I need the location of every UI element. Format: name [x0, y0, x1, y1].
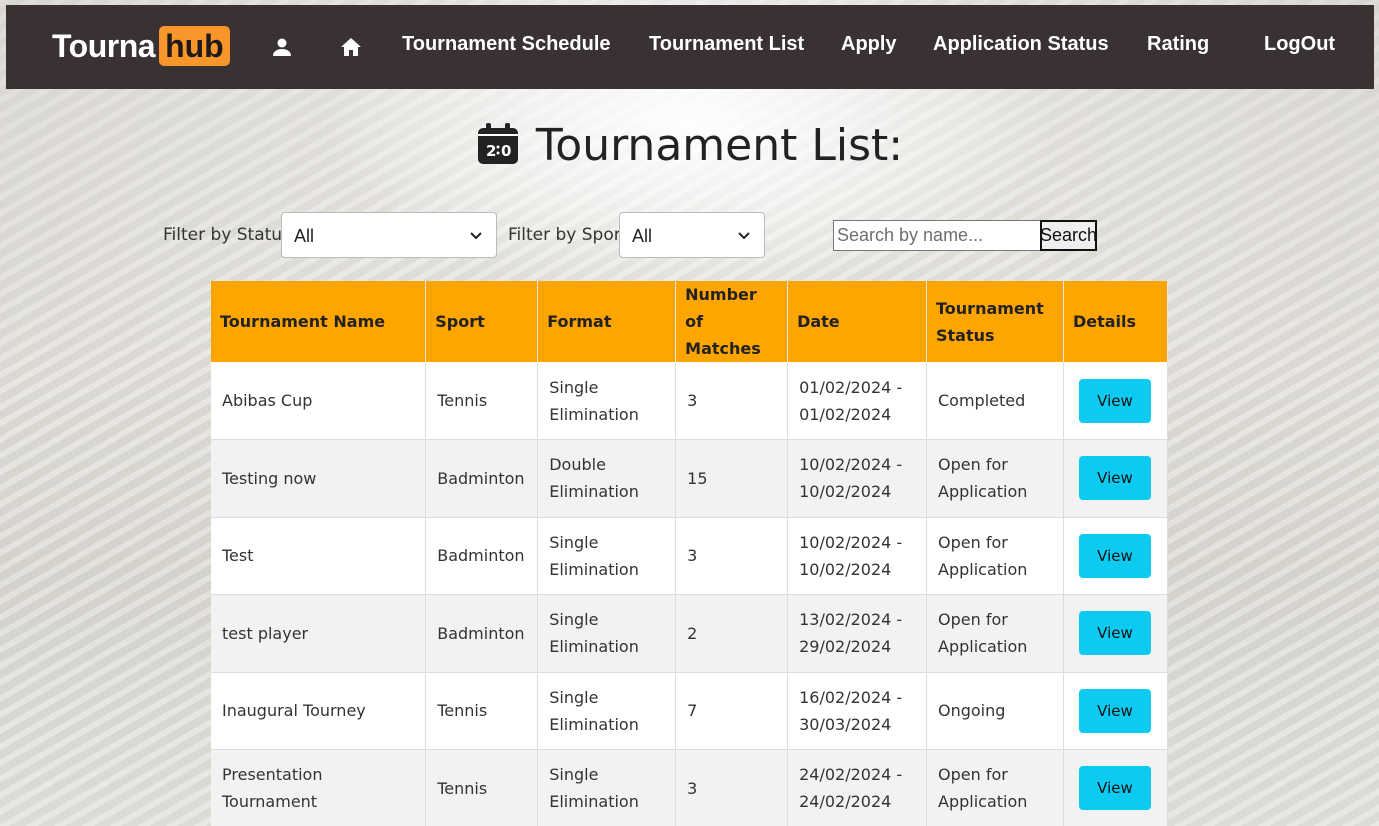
col-header-format[interactable]: Format [537, 281, 677, 362]
nav-tournament-list[interactable]: Tournament List [649, 33, 804, 56]
table-row: Testing now Badminton Double Elimination… [211, 439, 1169, 518]
home-icon[interactable] [339, 35, 363, 59]
cell-date: 24/02/2024 - 24/02/2024 [787, 749, 927, 826]
cell-status: Ongoing [926, 672, 1064, 750]
nav-logout[interactable]: LogOut [1264, 33, 1335, 56]
cell-name: Test [211, 517, 427, 595]
col-header-name[interactable]: Tournament Name [211, 281, 427, 362]
cell-matches: 3 [675, 362, 789, 440]
cell-status: Open for Application [926, 439, 1064, 518]
status-filter-label: Filter by Status [163, 225, 291, 245]
calendar-scoreboard-icon: 2 0 [476, 122, 520, 170]
view-button[interactable]: View [1078, 688, 1151, 733]
view-button[interactable]: View [1078, 611, 1151, 656]
cell-name: Inaugural Tourney [211, 672, 427, 750]
user-icon[interactable] [270, 35, 294, 59]
sport-filter-label: Filter by Sport [508, 225, 628, 245]
col-header-status[interactable]: Tournament Status [926, 281, 1064, 362]
page-title: Tournament List: [535, 120, 904, 171]
cell-sport: Tennis [425, 749, 539, 826]
cell-name: Testing now [211, 439, 427, 518]
cell-matches: 3 [675, 749, 789, 826]
table-row: Test Badminton Single Elimination 3 10/0… [211, 517, 1169, 595]
nav-tournament-schedule[interactable]: Tournament Schedule [402, 33, 611, 56]
sport-filter-select[interactable]: All [619, 212, 765, 258]
cell-format: Single Elimination [537, 594, 677, 673]
col-header-date[interactable]: Date [787, 281, 927, 362]
top-navbar: Tourna hub Tournament Schedule Tournamen… [6, 5, 1374, 89]
cell-status: Open for Application [926, 749, 1064, 826]
cell-date: 10/02/2024 - 10/02/2024 [787, 439, 927, 518]
cell-date: 10/02/2024 - 10/02/2024 [787, 517, 927, 595]
nav-rating[interactable]: Rating [1147, 33, 1209, 56]
view-button[interactable]: View [1078, 378, 1151, 423]
status-filter-value: All [294, 226, 315, 246]
view-button[interactable]: View [1078, 456, 1151, 501]
cell-status: Open for Application [926, 517, 1064, 595]
col-header-matches[interactable]: Number of Matches [675, 281, 789, 362]
cell-status: Completed [926, 362, 1064, 440]
cell-details: View [1063, 749, 1169, 826]
cell-status: Open for Application [926, 594, 1064, 673]
cell-matches: 3 [675, 517, 789, 595]
cell-matches: 15 [675, 439, 789, 518]
cell-details: View [1063, 439, 1169, 518]
svg-text:0: 0 [501, 142, 511, 160]
search-button[interactable]: Search [1040, 220, 1097, 251]
logo-text-right: hub [159, 26, 230, 66]
cell-matches: 7 [675, 672, 789, 750]
table-row: test player Badminton Single Elimination… [211, 594, 1169, 673]
table-row: Presentation Tournament Tennis Single El… [211, 749, 1169, 826]
filter-bar: Filter by Status All Filter by Sport All… [0, 212, 1379, 258]
cell-sport: Badminton [425, 439, 539, 518]
cell-name: Presentation Tournament [211, 749, 427, 826]
table-row: Abibas Cup Tennis Single Elimination 3 0… [211, 362, 1169, 440]
table-row: Inaugural Tourney Tennis Single Eliminat… [211, 672, 1169, 750]
sport-filter-value: All [632, 226, 653, 246]
status-filter-select[interactable]: All [281, 212, 497, 258]
cell-sport: Tennis [425, 672, 539, 750]
cell-format: Single Elimination [537, 672, 677, 750]
cell-matches: 2 [675, 594, 789, 673]
nav-apply[interactable]: Apply [841, 33, 897, 56]
cell-sport: Badminton [425, 594, 539, 673]
cell-details: View [1063, 517, 1169, 595]
cell-date: 16/02/2024 - 30/03/2024 [787, 672, 927, 750]
cell-format: Double Elimination [537, 439, 677, 518]
cell-sport: Tennis [425, 362, 539, 440]
cell-date: 01/02/2024 - 01/02/2024 [787, 362, 927, 440]
app-logo[interactable]: Tourna hub [52, 26, 230, 66]
chevron-down-icon [468, 227, 484, 243]
view-button[interactable]: View [1078, 766, 1151, 811]
cell-details: View [1063, 594, 1169, 673]
cell-sport: Badminton [425, 517, 539, 595]
search-input[interactable]: Search by name... [833, 220, 1041, 251]
cell-name: Abibas Cup [211, 362, 427, 440]
cell-format: Single Elimination [537, 517, 677, 595]
cell-format: Single Elimination [537, 362, 677, 440]
logo-text-left: Tourna [52, 27, 156, 64]
view-button[interactable]: View [1078, 533, 1151, 578]
cell-date: 13/02/2024 - 29/02/2024 [787, 594, 927, 673]
chevron-down-icon [736, 227, 752, 243]
cell-details: View [1063, 672, 1169, 750]
cell-name: test player [211, 594, 427, 673]
cell-format: Single Elimination [537, 749, 677, 826]
tournament-table: Tournament Name Sport Format Number of M… [211, 281, 1169, 826]
svg-text:2: 2 [486, 142, 496, 160]
nav-application-status[interactable]: Application Status [933, 33, 1109, 56]
cell-details: View [1063, 362, 1169, 440]
page-header: 2 0 Tournament List: [0, 120, 1379, 171]
table-header-row: Tournament Name Sport Format Number of M… [211, 281, 1169, 362]
col-header-sport[interactable]: Sport [425, 281, 539, 362]
col-header-details: Details [1063, 281, 1169, 362]
